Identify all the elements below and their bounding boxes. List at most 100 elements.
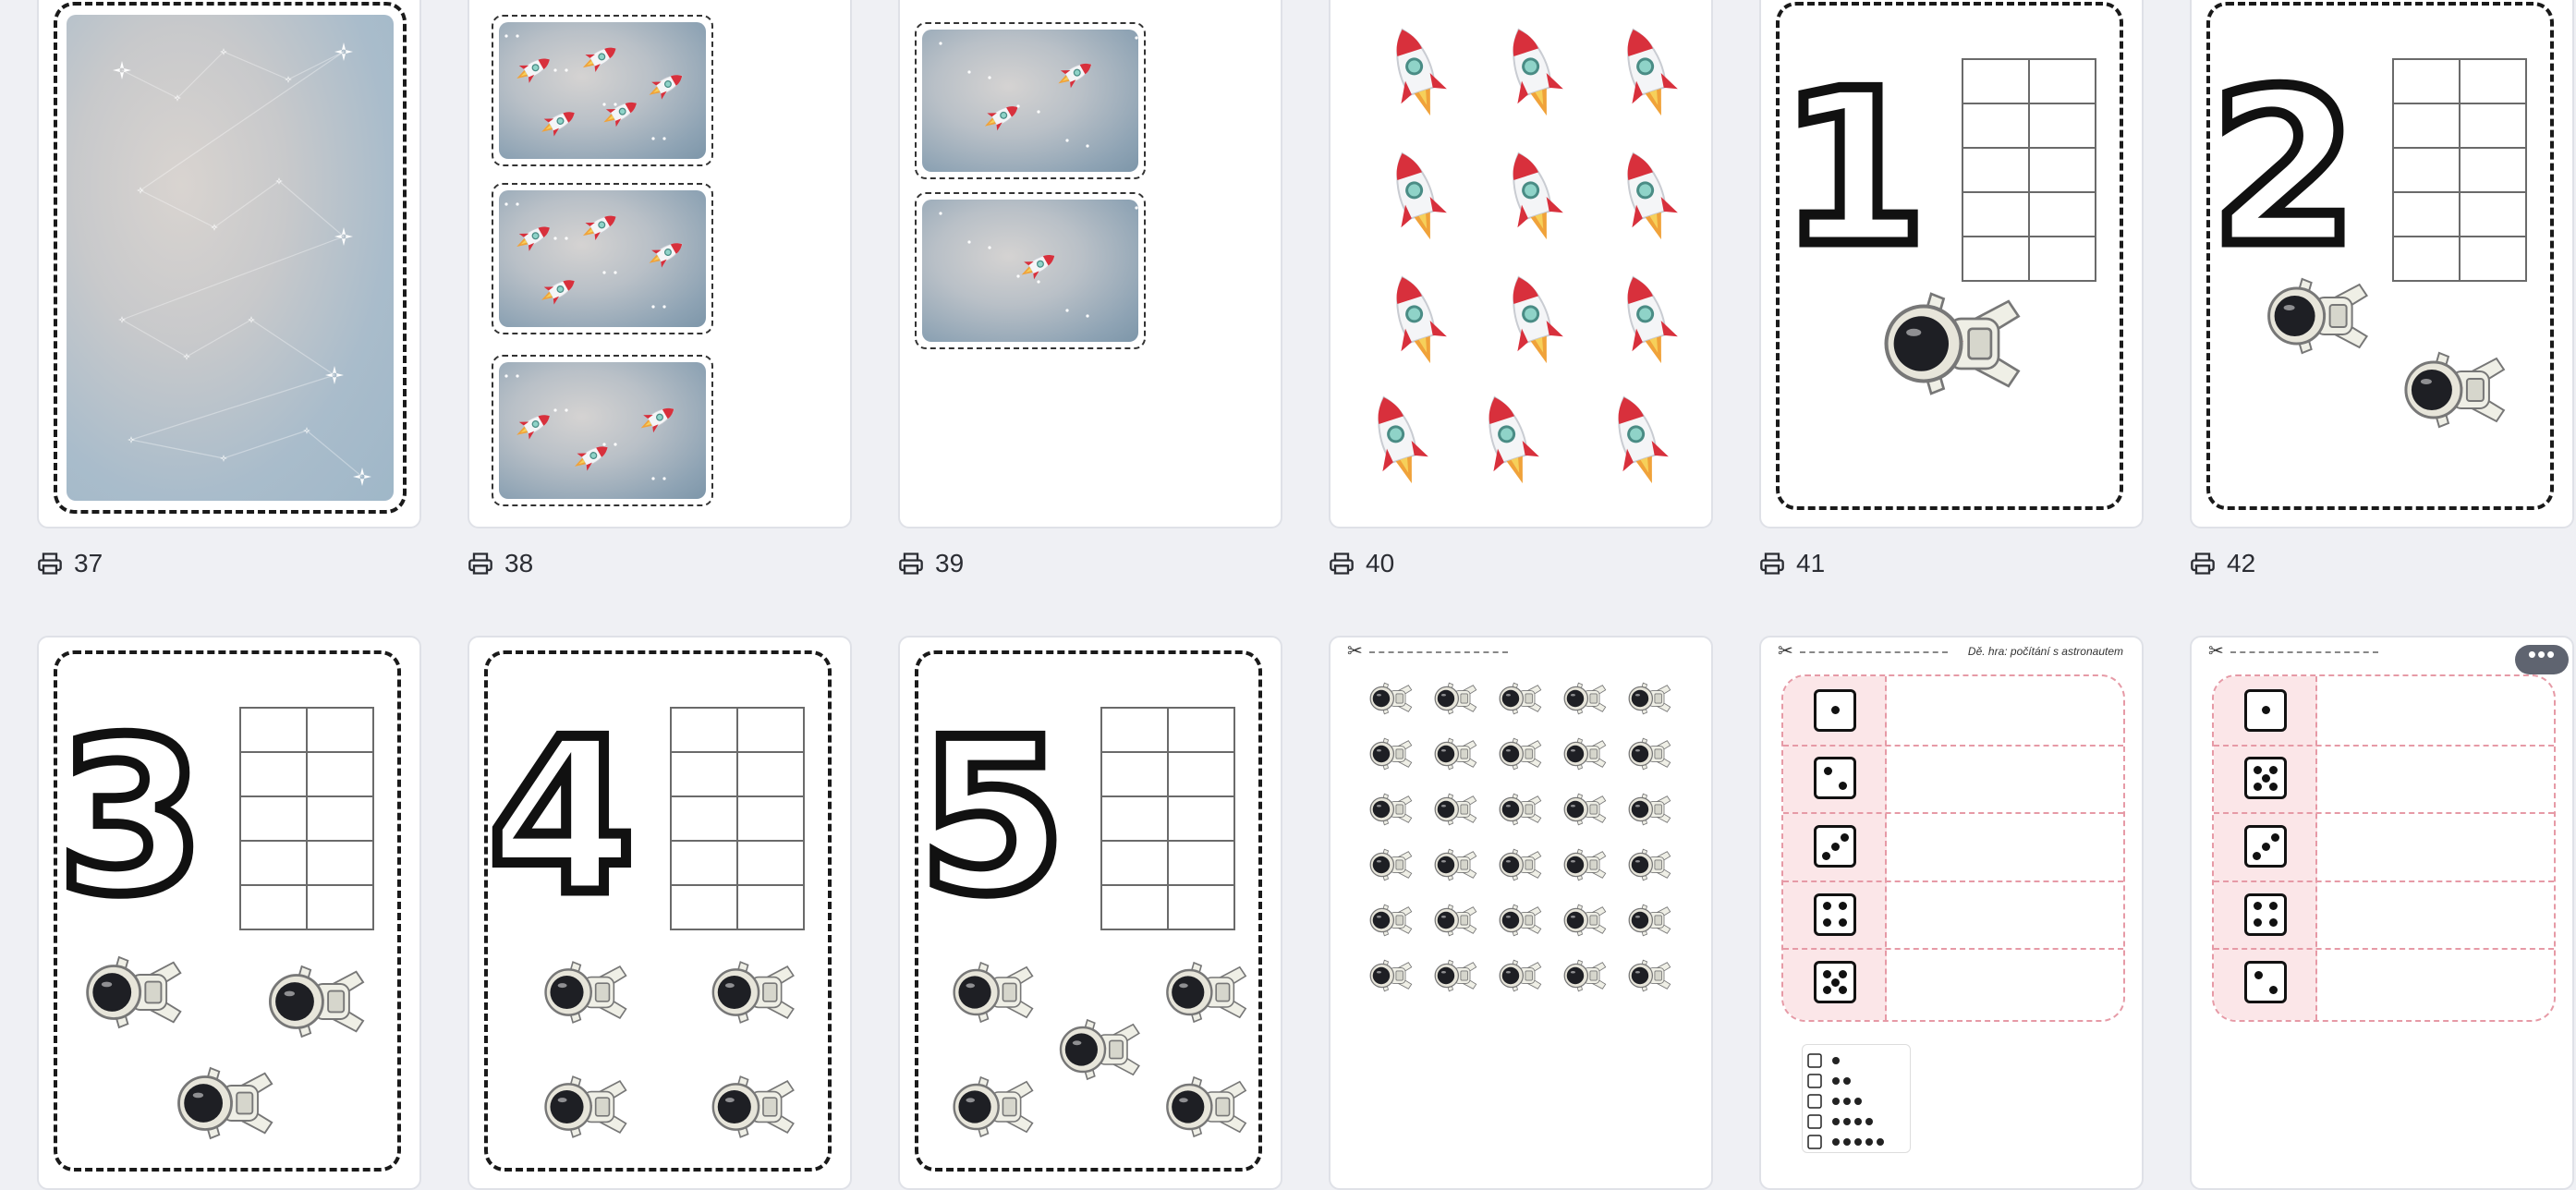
rocket-icon [541, 280, 576, 305]
page-number: 39 [935, 549, 965, 577]
legend-die-icon [1807, 1094, 1822, 1109]
more-options-button[interactable]: ••• [2515, 642, 2569, 674]
page-number: 38 [504, 549, 534, 577]
legend-die-icon [1807, 1114, 1822, 1129]
board-row-divider [2214, 744, 2554, 747]
page-thumb-48[interactable]: ✂ ••• [2190, 636, 2574, 1190]
astronaut-icon [544, 961, 627, 1024]
astronaut-icon [1369, 904, 1413, 937]
tally-cell [736, 840, 805, 886]
legend-astronaut-dot [1832, 1057, 1840, 1064]
page-thumb-44[interactable]: 4 [468, 636, 852, 1190]
constellation-lines [113, 42, 371, 486]
astronaut-icon [1499, 793, 1542, 826]
worksheet-header: Dě. hra: počítání s astronautem [1967, 645, 2123, 658]
board-row-divider [1783, 812, 2123, 815]
astronaut-icon [1628, 682, 1671, 715]
tally-cell [1962, 236, 2030, 282]
tally-cell [736, 884, 805, 930]
legend-astronaut-dot [1832, 1077, 1840, 1085]
page-thumbnail-grid: 37 38 39 40 1 41 2 42 3 4 5 ✂ ✂ Dě. hra:… [0, 0, 2576, 1190]
tally-cell [306, 751, 374, 797]
astronaut-icon [1499, 848, 1542, 881]
page-thumb-40[interactable] [1329, 0, 1713, 528]
astronaut-icon [1563, 904, 1607, 937]
numeral-5: 5 [913, 690, 1071, 947]
tally-cell [2028, 103, 2096, 149]
page-thumb-42[interactable]: 2 [2190, 0, 2574, 528]
numeral-3: 3 [52, 690, 210, 947]
numeral-2: 2 [2205, 42, 2363, 298]
rocket-card-image [499, 362, 706, 499]
die-5-icon [2244, 757, 2287, 800]
astronaut-icon [1434, 793, 1477, 826]
dice-board [2212, 674, 2556, 1022]
rocket-icon [984, 106, 1019, 131]
tally-cell [239, 707, 308, 753]
numeral-text: 2 [2210, 46, 2358, 293]
stars-background-image [67, 15, 394, 501]
tally-cell [1962, 103, 2030, 149]
tally-cell [306, 840, 374, 886]
tally-cell [1167, 707, 1235, 753]
page-label-42: 42 [2190, 545, 2255, 582]
rocket-card [492, 183, 713, 334]
dice-board [1781, 674, 2125, 1022]
rocket-card-image [922, 30, 1138, 172]
page-thumb-39[interactable] [898, 0, 1282, 528]
board-row-divider [2214, 812, 2554, 815]
legend-astronaut-dot [1843, 1098, 1851, 1105]
rocket-card [492, 355, 713, 506]
page-thumb-37[interactable] [37, 0, 421, 528]
tally-cell [670, 707, 738, 753]
tally-cell [306, 795, 374, 842]
print-icon [38, 552, 62, 575]
legend-astronaut-dot [1877, 1138, 1884, 1146]
page-thumb-45[interactable]: 5 [898, 636, 1282, 1190]
page-thumb-46[interactable]: ✂ [1329, 636, 1713, 1190]
tally-cell [239, 795, 308, 842]
die-4-icon [1814, 892, 1856, 936]
tally-cell [1100, 751, 1169, 797]
die-1-icon [2244, 688, 2287, 732]
page-number: 40 [1366, 549, 1395, 577]
astronaut-icon [1369, 682, 1413, 715]
legend-astronaut-dot [1832, 1138, 1840, 1146]
rocket-icon [1378, 395, 1428, 484]
rocket-icon [1058, 63, 1092, 89]
tally-cell [2392, 58, 2461, 104]
rocket-icon [516, 226, 551, 251]
astronaut-icon [1369, 848, 1413, 881]
page-thumb-38[interactable] [468, 0, 852, 528]
die-2-icon [2244, 961, 2287, 1004]
astronaut-icon [953, 961, 1034, 1024]
rocket-icon [582, 215, 617, 241]
die-5-icon [1814, 961, 1856, 1004]
rocket-icon [1513, 28, 1563, 116]
tally-cell [2459, 191, 2527, 237]
rocket-icon [649, 243, 683, 268]
page-thumb-41[interactable]: 1 [1759, 0, 2144, 528]
rocket-icon [1021, 254, 1055, 280]
tally-cell [306, 884, 374, 930]
legend-astronaut-dot [1865, 1138, 1873, 1146]
astronaut-icon [1563, 959, 1607, 992]
rocket-icon [1396, 275, 1447, 364]
numeral-text: 1 [1780, 46, 1927, 293]
rocket-card-image [922, 200, 1138, 342]
astronaut-icon [1166, 961, 1247, 1024]
tally-cell [2459, 147, 2527, 193]
board-row-divider [2214, 880, 2554, 882]
legend-die-icon [1807, 1074, 1822, 1088]
astronaut-icon [1563, 737, 1607, 771]
page-thumb-43[interactable]: 3 [37, 636, 421, 1190]
board-row-divider [1783, 880, 2123, 882]
astronaut-icon [1563, 793, 1607, 826]
scissors-icon: ✂ [1778, 641, 1793, 662]
cut-line: ✂ [2208, 641, 2384, 662]
tally-cell [1100, 884, 1169, 930]
tally-cell [1100, 840, 1169, 886]
page-thumb-47[interactable]: ✂ Dě. hra: počítání s astronautem [1759, 636, 2144, 1190]
tally-cell [239, 884, 308, 930]
board-row-divider [2214, 948, 2554, 951]
